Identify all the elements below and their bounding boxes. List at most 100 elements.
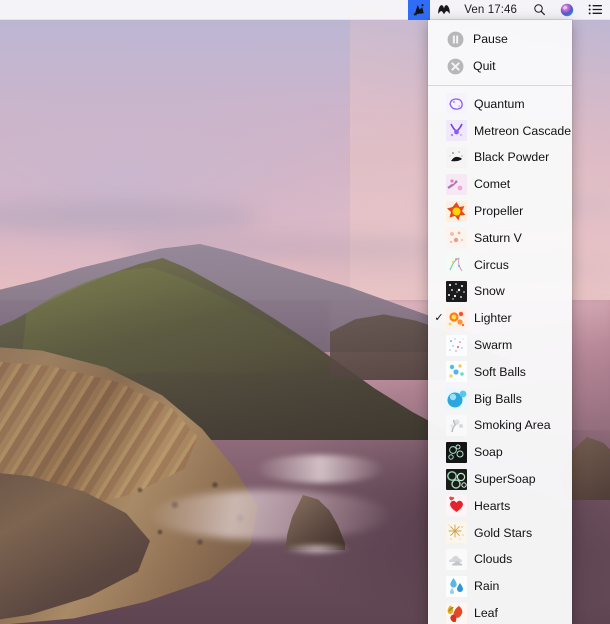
menu-item-lighter[interactable]: ✓ Lighter (428, 305, 572, 332)
soft-balls-thumbnail (446, 361, 467, 382)
supersoap-thumbnail (446, 469, 467, 490)
menu-bar: Ven 17:46 (0, 0, 610, 20)
menu-bar-siri-button[interactable] (553, 0, 581, 20)
clouds-thumbnail (446, 549, 467, 570)
menu-item-gold-stars[interactable]: Gold Stars (428, 519, 572, 546)
menu-item-swarm[interactable]: Swarm (428, 332, 572, 359)
menu-item-smoking-area[interactable]: Smoking Area (428, 412, 572, 439)
menu-item-pause[interactable]: Pause (428, 26, 572, 53)
menu-item-label: Smoking Area (474, 419, 551, 431)
menu-bar-malwarebytes[interactable] (430, 0, 458, 20)
leaf-thumbnail (446, 603, 467, 624)
pause-icon (447, 31, 464, 48)
menu-item-quantum[interactable]: Quantum (428, 91, 572, 118)
menu-item-label: Black Powder (474, 151, 549, 163)
siri-icon (560, 3, 574, 17)
menu-item-label: Gold Stars (474, 527, 532, 539)
menu-bar-app-icon[interactable] (408, 0, 430, 20)
circus-thumbnail (446, 254, 467, 275)
wallpaper-surf-foam (255, 455, 385, 483)
checkmark-icon: ✓ (432, 313, 446, 324)
rain-thumbnail (446, 576, 467, 597)
snow-thumbnail (446, 281, 467, 302)
menu-item-rain[interactable]: Rain (428, 573, 572, 600)
malwarebytes-icon (437, 3, 451, 17)
quantum-thumbnail (446, 93, 467, 114)
quantum-thumbnail (446, 93, 467, 114)
menu-item-label: Soft Balls (474, 366, 526, 378)
menu-item-label: Pause (473, 33, 508, 45)
menu-item-saturn-v[interactable]: Saturn V (428, 225, 572, 252)
soap-thumbnail (446, 442, 467, 463)
lighter-thumbnail (446, 308, 467, 329)
menu-item-label: Big Balls (474, 393, 522, 405)
menu-bar-control-center-button[interactable] (581, 0, 610, 20)
wallpaper-sea-stack-foam (275, 540, 360, 558)
big-balls-thumbnail (446, 388, 467, 409)
black-powder-thumbnail (446, 147, 467, 168)
menu-item-label: Soap (474, 446, 503, 458)
menu-item-label: Circus (474, 259, 509, 271)
menu-item-leaf[interactable]: Leaf (428, 600, 572, 624)
menu-item-soap[interactable]: Soap (428, 439, 572, 466)
saturn-v-thumbnail (446, 227, 467, 248)
quit-icon (447, 58, 464, 75)
propeller-thumbnail (446, 201, 467, 222)
menu-item-big-balls[interactable]: Big Balls (428, 385, 572, 412)
menu-item-supersoap[interactable]: SuperSoap (428, 466, 572, 493)
menu-item-snow[interactable]: Snow (428, 278, 572, 305)
menu-bar-clock[interactable]: Ven 17:46 (458, 4, 526, 16)
menu-separator (428, 85, 572, 86)
menu-item-label: Saturn V (474, 232, 522, 244)
quit-icon (447, 58, 464, 75)
pause-icon (447, 31, 464, 48)
circus-thumbnail (446, 254, 467, 275)
black-powder-thumbnail (446, 147, 467, 168)
menu-item-label: Comet (474, 178, 510, 190)
lighter-thumbnail (446, 308, 467, 329)
menu-item-label: Quantum (474, 98, 525, 110)
hearts-thumbnail (446, 495, 467, 516)
leaf-thumbnail (446, 603, 467, 624)
menu-item-label: Metreon Cascade (474, 125, 571, 137)
snow-thumbnail (446, 281, 467, 302)
effects-dropdown-menu[interactable]: Pause Quit Quantum (428, 20, 572, 624)
menu-item-quit[interactable]: Quit (428, 53, 572, 80)
clouds-thumbnail (446, 549, 467, 570)
metreon-cascade-thumbnail (446, 120, 467, 141)
swarm-thumbnail (446, 335, 467, 356)
menu-item-soft-balls[interactable]: Soft Balls (428, 359, 572, 386)
menu-item-hearts[interactable]: Hearts (428, 493, 572, 520)
menu-item-propeller[interactable]: Propeller (428, 198, 572, 225)
gold-stars-thumbnail (446, 522, 467, 543)
saturn-v-thumbnail (446, 227, 467, 248)
metreon-cascade-thumbnail (446, 120, 467, 141)
gold-stars-thumbnail (446, 522, 467, 543)
menu-item-label: Hearts (474, 500, 510, 512)
menu-item-label: Clouds (474, 553, 512, 565)
menu-item-label: Rain (474, 580, 499, 592)
menu-item-comet[interactable]: Comet (428, 171, 572, 198)
propeller-thumbnail (446, 201, 467, 222)
menu-item-metreon-cascade[interactable]: Metreon Cascade (428, 117, 572, 144)
soap-thumbnail (446, 442, 467, 463)
smoking-area-thumbnail (446, 415, 467, 436)
soft-balls-thumbnail (446, 361, 467, 382)
menu-item-label: Swarm (474, 339, 512, 351)
big-balls-thumbnail (446, 388, 467, 409)
menu-item-label: SuperSoap (474, 473, 536, 485)
supersoap-thumbnail (446, 469, 467, 490)
control-center-icon (588, 3, 603, 16)
menu-item-label: Lighter (474, 312, 512, 324)
menu-item-circus[interactable]: Circus (428, 251, 572, 278)
menu-item-clouds[interactable]: Clouds (428, 546, 572, 573)
rain-thumbnail (446, 576, 467, 597)
menu-item-black-powder[interactable]: Black Powder (428, 144, 572, 171)
wallpaper-surf-foam (150, 490, 390, 540)
swarm-thumbnail (446, 335, 467, 356)
menu-item-label: Quit (473, 60, 496, 72)
comet-thumbnail (446, 174, 467, 195)
smoking-area-thumbnail (446, 415, 467, 436)
menu-bar-search-button[interactable] (526, 0, 553, 20)
search-icon (533, 3, 546, 16)
